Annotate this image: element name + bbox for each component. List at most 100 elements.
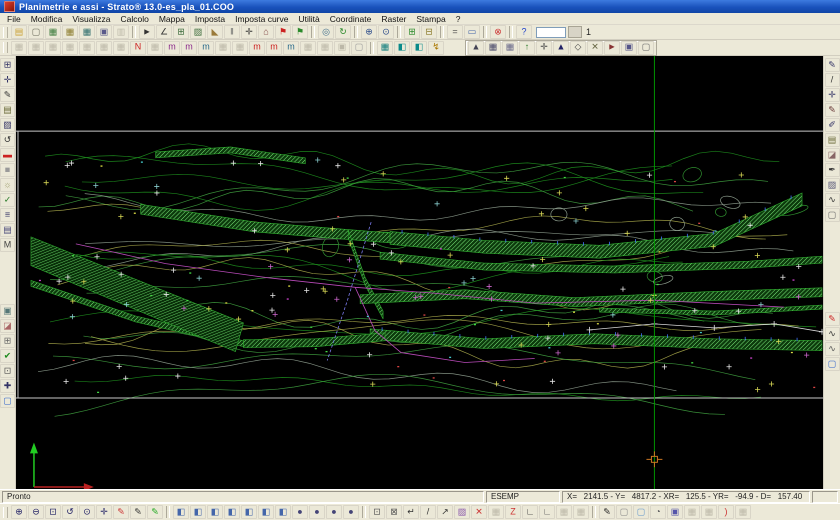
render-sphere-4-button[interactable]: ● [343, 505, 359, 519]
edit-notes-button[interactable]: ▤ [0, 103, 15, 117]
menu-item-raster[interactable]: Raster [376, 14, 411, 24]
menu-item-imposta-curve[interactable]: Imposta curve [230, 14, 293, 24]
view-coordinates-button[interactable]: ▦ [45, 25, 61, 39]
edit-pencil-2-button[interactable]: ✎ [825, 103, 840, 117]
section-view-button[interactable]: ⊟ [421, 25, 437, 39]
hatch-tool-button[interactable]: ▨ [0, 118, 15, 132]
flag-red-button[interactable]: ⚑ [275, 25, 291, 39]
image-viewer-button[interactable]: ▣ [0, 304, 15, 318]
blue-document-button[interactable]: ▢ [0, 394, 15, 408]
slope-marker-red-1-button[interactable]: m [249, 41, 265, 55]
view-cube-6-button[interactable]: ◧ [258, 505, 274, 519]
render-sphere-1-button[interactable]: ● [292, 505, 308, 519]
frame-white-button[interactable]: ▢ [616, 505, 632, 519]
duplicate-plus-button[interactable]: ✚ [0, 379, 15, 393]
grid-add-button[interactable]: ⊞ [404, 25, 420, 39]
toolbar-grip-2[interactable] [3, 42, 8, 53]
select-tool-button[interactable]: ► [139, 25, 155, 39]
list-view-button[interactable]: ≡ [0, 208, 15, 222]
redline-pencil-button[interactable]: ✎ [113, 505, 129, 519]
new-sheet-button[interactable]: ▢ [633, 505, 649, 519]
menu-item-mappa[interactable]: Mappa [154, 14, 190, 24]
comment-note-button[interactable]: ▭ [464, 25, 480, 39]
add-segment-button[interactable]: ✐ [825, 118, 840, 132]
equal-levels-button[interactable]: = [447, 25, 463, 39]
hatch-region-button[interactable]: ▨ [190, 25, 206, 39]
drawing-canvas[interactable] [16, 56, 823, 489]
render-sphere-2-button[interactable]: ● [309, 505, 325, 519]
refresh-view-button[interactable]: ↻ [335, 25, 351, 39]
network-adjust-button[interactable]: ✕ [587, 41, 603, 55]
copy-sheet-button[interactable]: ▢ [638, 41, 654, 55]
sheet-manager-button[interactable]: ▦ [485, 41, 501, 55]
selection-frame-button[interactable]: ⊡ [0, 364, 15, 378]
angle-tool-1-button[interactable]: ∟ [522, 505, 538, 519]
hand-annotate-button[interactable]: ✎ [599, 505, 615, 519]
open-project-button[interactable]: ▤ [11, 25, 27, 39]
flag-green-button[interactable]: ⚑ [292, 25, 308, 39]
select-poly-button[interactable]: ⊠ [386, 505, 402, 519]
draw-pencil-button[interactable]: ✎ [0, 88, 15, 102]
arrow-tool-button[interactable]: ↗ [437, 505, 453, 519]
eraser-tool-button[interactable]: ◪ [0, 319, 15, 333]
scale-input[interactable] [536, 27, 566, 38]
menu-item-utilita[interactable]: Utilità [293, 14, 324, 24]
view-cube-3-button[interactable]: ◧ [207, 505, 223, 519]
angle-tool-2-button[interactable]: ∟ [539, 505, 555, 519]
menu-item-calcolo[interactable]: Calcolo [115, 14, 153, 24]
layer-stack-button[interactable]: ▤ [0, 223, 15, 237]
distance-marker-teal-2-button[interactable]: m [283, 41, 299, 55]
photo-raster-button[interactable]: ▣ [621, 41, 637, 55]
view-cube-4-button[interactable]: ◧ [224, 505, 240, 519]
verify-check-button[interactable]: ✓ [0, 193, 15, 207]
find-binoculars-button[interactable]: M [0, 238, 15, 252]
menu-item-visualizza[interactable]: Visualizza [67, 14, 115, 24]
move-vertex-button[interactable]: ✛ [825, 88, 840, 102]
coordinate-table-button[interactable]: ▦ [377, 41, 393, 55]
enter-command-button[interactable]: ↵ [403, 505, 419, 519]
verify-green-button[interactable]: ✔ [0, 349, 15, 363]
cell-view-1-button[interactable]: ◧ [394, 41, 410, 55]
help-button[interactable]: ? [516, 25, 532, 39]
swatch-gray-button[interactable]: ■ [0, 163, 15, 177]
survey-station-button[interactable]: ▲ [468, 41, 484, 55]
markup-green-button[interactable]: ✎ [147, 505, 163, 519]
zoom-pan-button[interactable]: ✛ [96, 505, 112, 519]
small-grid-button[interactable]: ⊞ [0, 334, 15, 348]
zoom-window-button[interactable]: ⊡ [45, 505, 61, 519]
cross-level-button[interactable]: ✛ [536, 41, 552, 55]
macro-record-button[interactable]: ) [718, 505, 734, 519]
view-cube-5-button[interactable]: ◧ [241, 505, 257, 519]
hatch-violet-button[interactable]: ▨ [454, 505, 470, 519]
measure-ruler-button[interactable]: ‖ [224, 25, 240, 39]
zoom-in-button[interactable]: ⊕ [361, 25, 377, 39]
delete-command-button[interactable]: ⊗ [490, 25, 506, 39]
brightness-button[interactable]: ☼ [0, 178, 15, 192]
cell-view-2-button[interactable]: ◧ [411, 41, 427, 55]
toolbar-grip[interactable] [3, 27, 8, 38]
break-line-button[interactable]: ∿ [825, 193, 840, 207]
pointer-tool-button[interactable]: ► [604, 41, 620, 55]
slope-marker-violet-2-button[interactable]: m [181, 41, 197, 55]
zoom-out-button[interactable]: ⊖ [28, 505, 44, 519]
doc-properties-button[interactable]: ▢ [825, 208, 840, 222]
distance-marker-teal-1-button[interactable]: m [198, 41, 214, 55]
toolbar-grip-3[interactable] [3, 507, 8, 518]
pen-tool-button[interactable]: ✒ [825, 163, 840, 177]
delete-red-button[interactable]: ✕ [471, 505, 487, 519]
sort-z-button[interactable]: Z [505, 505, 521, 519]
view-cube-2-button[interactable]: ◧ [190, 505, 206, 519]
edit-polyline-button[interactable]: ✎ [825, 58, 840, 72]
quick-calc-button[interactable]: ↯ [428, 41, 444, 55]
clock-tool-button[interactable]: ◔ [650, 505, 666, 519]
raster-edit-button[interactable]: ▨ [825, 178, 840, 192]
zoom-extents-button[interactable]: ⊞ [0, 58, 15, 72]
menu-item-modifica[interactable]: Modifica [26, 14, 68, 24]
tree-symbol-button[interactable]: ↑ [519, 41, 535, 55]
monument-tool-button[interactable]: ⌂ [258, 25, 274, 39]
draw-pencil-2-button[interactable]: ✎ [130, 505, 146, 519]
menu-item-imposta[interactable]: Imposta [190, 14, 230, 24]
view-cube-7-button[interactable]: ◧ [275, 505, 291, 519]
draw-segment-button[interactable]: ∠ [156, 25, 172, 39]
north-arrow-button[interactable]: N [130, 41, 146, 55]
